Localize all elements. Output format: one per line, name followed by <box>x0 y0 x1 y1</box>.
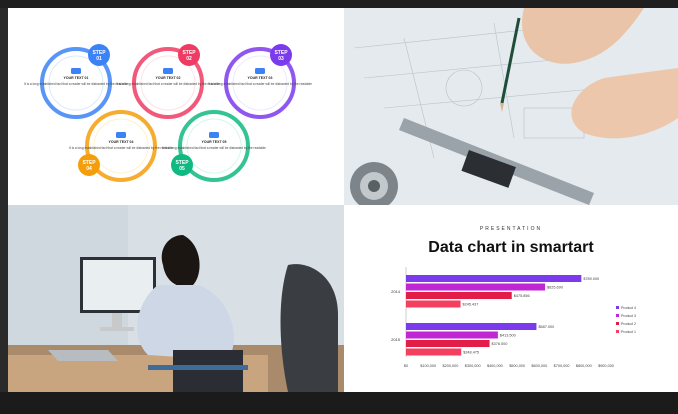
infographic-panel: YOUR TEXT 01 It is a long established fa… <box>8 8 344 205</box>
infographic-svg: YOUR TEXT 01 It is a long established fa… <box>24 44 312 182</box>
chat-icon <box>116 132 126 138</box>
x-tick-label: $100,000 <box>420 364 436 368</box>
legend-swatch <box>616 306 619 309</box>
bar <box>406 348 462 356</box>
step-04: YOUR TEXT 04 It is a long established fa… <box>69 110 173 182</box>
legend-swatch <box>616 330 619 333</box>
category-label: 2014 <box>391 289 401 294</box>
step-02: YOUR TEXT 02 It is a long established fa… <box>116 44 220 119</box>
step-05: YOUR TEXT 05 It is a long established fa… <box>162 110 266 182</box>
legend-swatch <box>616 322 619 325</box>
step-body: It is a long established fact that a rea… <box>208 82 312 86</box>
bar <box>406 331 498 339</box>
legend-label: Product 3 <box>621 314 636 318</box>
chart-marks: 2014 $789.000 $625.690 $475.856 $245.437 2015… <box>391 267 636 368</box>
legend-label: Product 1 <box>621 330 636 334</box>
bar <box>406 275 582 282</box>
step-title: YOUR TEXT 01 <box>64 76 89 80</box>
bar <box>406 340 490 347</box>
chat-icon <box>255 68 265 74</box>
bar-value-label: $789.000 <box>583 277 599 281</box>
step-01: YOUR TEXT 01 It is a long established fa… <box>24 44 128 119</box>
x-tick-label: $600,000 <box>531 364 547 368</box>
bar-value-label: $587.000 <box>538 325 554 329</box>
step-badge-number: 03 <box>278 56 284 62</box>
bar-value-label: $248.475 <box>463 351 479 355</box>
step-badge-number: 05 <box>179 166 185 172</box>
bar <box>406 323 537 330</box>
legend-label: Product 4 <box>621 306 636 310</box>
bar <box>406 300 461 308</box>
x-tick-label: $300,000 <box>465 364 481 368</box>
step-badge-number: 04 <box>86 166 92 172</box>
chart-title: Data chart in smartart <box>428 239 594 256</box>
step-body: It is a long established fact that a rea… <box>116 82 220 86</box>
step-title: YOUR TEXT 04 <box>109 140 134 144</box>
bar-value-label: $376.000 <box>492 342 508 346</box>
monitor-top-bezel <box>0 0 678 8</box>
chat-icon <box>163 68 173 74</box>
office-chair <box>280 264 338 392</box>
step-badge-number: 02 <box>186 56 192 62</box>
step-03: YOUR TEXT 03 It is a long established fa… <box>208 44 312 119</box>
bar <box>406 283 546 291</box>
laptop <box>48 350 118 361</box>
bar-value-label: $625.690 <box>547 286 563 290</box>
step-title: YOUR TEXT 03 <box>248 76 273 80</box>
bar-value-label: $475.856 <box>514 294 530 298</box>
drafting-photo <box>344 8 678 205</box>
drafting-photo-svg <box>344 8 678 205</box>
monitor-screen: YOUR TEXT 01 It is a long established fa… <box>8 8 678 392</box>
bar-chart: PRESENTATION Data chart in smartart 2014… <box>391 226 636 368</box>
monitor-bottom-bezel <box>0 392 678 414</box>
office-photo-svg <box>8 205 344 392</box>
legend-swatch <box>616 314 619 317</box>
step-body: It is a long established fact that a rea… <box>162 146 266 150</box>
step-badge-number: 01 <box>96 56 102 62</box>
x-tick-label: $500,000 <box>509 364 525 368</box>
bar-value-label: $245.437 <box>463 303 479 307</box>
bar-value-label: $413.500 <box>500 334 516 338</box>
step-title: YOUR TEXT 05 <box>202 140 227 144</box>
chat-icon <box>209 132 219 138</box>
x-tick-label: $200,000 <box>443 364 459 368</box>
x-tick-label: $700,000 <box>554 364 570 368</box>
step-body: It is a long established fact that a rea… <box>24 82 128 86</box>
x-tick-label: $800,000 <box>576 364 592 368</box>
step-body: It is a long established fact that a rea… <box>69 146 173 150</box>
category-label: 2015 <box>391 337 401 342</box>
step-title: YOUR TEXT 02 <box>156 76 181 80</box>
x-tick-label: $400,000 <box>487 364 503 368</box>
office-photo <box>8 205 344 392</box>
x-tick-label: $0 <box>404 364 408 368</box>
bar <box>406 292 512 299</box>
monitor-frame: YOUR TEXT 01 It is a long established fa… <box>0 0 678 414</box>
chart-subtitle: PRESENTATION <box>480 226 542 232</box>
chart-slide: PRESENTATION Data chart in smartart 2014… <box>344 205 678 392</box>
legend-label: Product 2 <box>621 322 636 326</box>
desk-mat <box>148 365 248 370</box>
x-tick-label: $900,000 <box>598 364 614 368</box>
chat-icon <box>71 68 81 74</box>
